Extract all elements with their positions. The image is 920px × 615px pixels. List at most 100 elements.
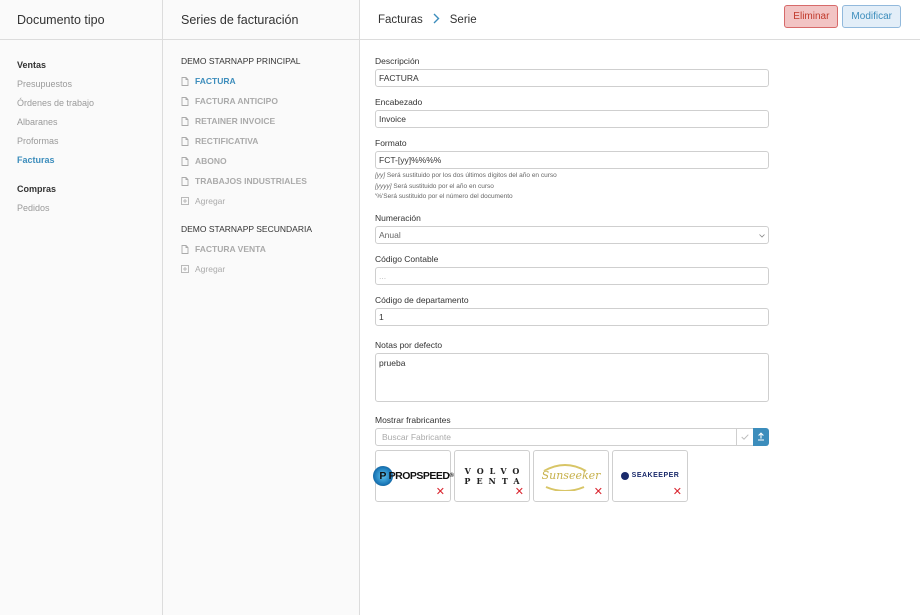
document-icon (181, 176, 195, 186)
document-type-nav: Ventas Presupuestos Órdenes de trabajo A… (0, 40, 162, 218)
series-item-abono[interactable]: ABONO (181, 151, 359, 171)
manufacturer-logo-propspeed: P PROPSPEED ® ✕ (372, 449, 454, 502)
document-icon (181, 76, 195, 86)
field-descripcion: Descripción FACTURA (375, 56, 770, 87)
nav-item-proformas[interactable]: Proformas (0, 132, 162, 151)
series-item-label: FACTURA ANTICIPO (195, 96, 278, 106)
manufacturer-logo-volvo-penta: VOLVO PENTA ✕ (454, 449, 530, 502)
document-icon (181, 96, 195, 106)
document-icon (181, 244, 195, 254)
breadcrumb-current: Serie (449, 13, 477, 26)
add-series-label: Agregar (195, 196, 226, 206)
document-icon (181, 136, 195, 146)
document-type-panel: Documento tipo Ventas Presupuestos Órden… (0, 0, 163, 615)
remove-icon[interactable]: ✕ (515, 486, 524, 498)
nav-item-ordenes-trabajo[interactable]: Órdenes de trabajo (0, 94, 162, 113)
fabricante-search: Buscar Fabricante (375, 427, 769, 446)
chevron-down-icon (759, 230, 765, 240)
series-group-secundaria: DEMO STARNAPP SECUNDARIA (181, 224, 312, 234)
manufacturer-logo-sunseeker: Sunseeker ✕ (533, 449, 609, 502)
nav-item-facturas[interactable]: Facturas (0, 151, 162, 170)
series-detail-panel: Facturas Serie Eliminar Modificar Descri… (360, 0, 920, 615)
series-item-label: RETAINER INVOICE (195, 116, 276, 126)
formato-label: Formato (375, 138, 407, 148)
series-form: Descripción FACTURA Encabezado Invoice F… (360, 40, 770, 502)
series-item-factura-venta[interactable]: FACTURA VENTA (181, 239, 359, 259)
codigo-departamento-label: Código de departamento (375, 294, 469, 305)
formato-input[interactable]: FCT-[yy]%%%% (375, 151, 769, 169)
series-item-factura-anticipo[interactable]: FACTURA ANTICIPO (181, 91, 359, 111)
field-codigo-contable: Código Contable ... (375, 254, 770, 285)
formato-help: [yy] Será sustituido por los dos últimos… (375, 171, 770, 203)
breadcrumb-parent[interactable]: Facturas (378, 14, 423, 26)
remove-icon[interactable]: ✕ (673, 486, 682, 498)
fabricante-search-input[interactable]: Buscar Fabricante (375, 427, 737, 446)
field-codigo-departamento: Código de departamento 1 (375, 295, 770, 326)
remove-icon[interactable]: ✕ (594, 486, 603, 498)
breadcrumb: Facturas Serie (378, 12, 477, 27)
field-formato: Formato FCT-[yy]%%%% [yy] Será sustituid… (375, 138, 770, 203)
nav-item-pedidos[interactable]: Pedidos (0, 199, 162, 218)
upload-icon[interactable] (753, 427, 769, 446)
field-numeracion: Numeración Anual (375, 213, 770, 244)
nav-group-ventas: Ventas (17, 60, 47, 70)
manufacturer-logos: PPROPSPEED® ✕ VOLVO PENTA ✕ Sunseeker (372, 449, 770, 502)
manufacturer-logo-seakeeper: SEAKEEPER ✕ (612, 449, 688, 502)
numeracion-label: Numeración (375, 212, 421, 223)
series-list: DEMO STARNAPP PRINCIPAL FACTURA FACTURA … (163, 40, 359, 279)
delete-button[interactable]: Eliminar (784, 5, 839, 28)
field-notas: Notas por defecto prueba (375, 340, 770, 402)
series-item-label: FACTURA VENTA (195, 244, 266, 254)
detail-actions: Eliminar Modificar (784, 5, 901, 28)
plus-square-icon (181, 197, 195, 205)
seakeeper-mark-icon (620, 471, 629, 480)
series-group-principal: DEMO STARNAPP PRINCIPAL (181, 56, 301, 66)
series-item-trabajos-industriales[interactable]: TRABAJOS INDUSTRIALES (181, 171, 359, 191)
encabezado-input[interactable]: Invoice (375, 110, 769, 128)
formato-help-line: [yyyy] Será sustituido por el año en cur… (375, 182, 494, 190)
numeracion-select[interactable]: Anual (375, 225, 769, 244)
codigo-contable-label: Código Contable (375, 253, 439, 264)
field-encabezado: Encabezado Invoice (375, 97, 770, 128)
remove-icon[interactable]: ✕ (436, 486, 445, 498)
add-series-button-secundaria[interactable]: Agregar (181, 259, 359, 279)
series-item-label: RECTIFICATIVA (195, 136, 259, 146)
modify-button[interactable]: Modificar (842, 5, 901, 28)
sunseeker-logo: Sunseeker (542, 464, 600, 491)
chevron-right-icon (433, 12, 440, 27)
series-item-label: ABONO (195, 156, 227, 166)
detail-header: Facturas Serie Eliminar Modificar (360, 0, 920, 40)
formato-help-line: [yy] Será sustituido por los dos últimos… (375, 172, 557, 179)
document-icon (181, 116, 195, 126)
series-item-label: TRABAJOS INDUSTRIALES (195, 176, 307, 186)
notas-label: Notas por defecto (375, 339, 443, 350)
propspeed-logo: P PROPSPEED ® (372, 465, 454, 486)
numeracion-value: Anual (379, 229, 401, 240)
codigo-departamento-input[interactable]: 1 (375, 307, 769, 326)
series-item-factura[interactable]: FACTURA (181, 71, 359, 91)
fabricantes-label: Mostrar frabricantes (375, 414, 451, 425)
descripcion-input[interactable]: FACTURA (375, 69, 769, 87)
codigo-contable-input[interactable]: ... (375, 266, 769, 285)
formato-help-line: '%'Será sustituido por el número del doc… (375, 193, 513, 200)
document-type-title: Documento tipo (17, 12, 105, 27)
nav-group-compras: Compras (17, 184, 57, 194)
series-item-label: FACTURA (195, 76, 236, 86)
series-item-retainer-invoice[interactable]: RETAINER INVOICE (181, 111, 359, 131)
series-item-rectificativa[interactable]: RECTIFICATIVA (181, 131, 359, 151)
document-type-header: Documento tipo (0, 0, 162, 40)
series-title: Series de facturación (181, 12, 299, 27)
series-panel: Series de facturación DEMO STARNAPP PRIN… (163, 0, 360, 615)
check-icon[interactable] (737, 427, 753, 446)
add-series-label: Agregar (195, 264, 226, 274)
nav-item-albaranes[interactable]: Albaranes (0, 113, 162, 132)
encabezado-label: Encabezado (375, 97, 423, 107)
notas-textarea[interactable]: prueba (375, 352, 769, 402)
descripcion-label: Descripción (375, 56, 420, 66)
add-series-button-principal[interactable]: Agregar (181, 191, 359, 211)
seakeeper-logo: SEAKEEPER (620, 471, 680, 480)
plus-square-icon (181, 265, 195, 273)
volvo-penta-logo: VOLVO PENTA (464, 465, 526, 486)
document-icon (181, 156, 195, 166)
nav-item-presupuestos[interactable]: Presupuestos (0, 75, 162, 94)
